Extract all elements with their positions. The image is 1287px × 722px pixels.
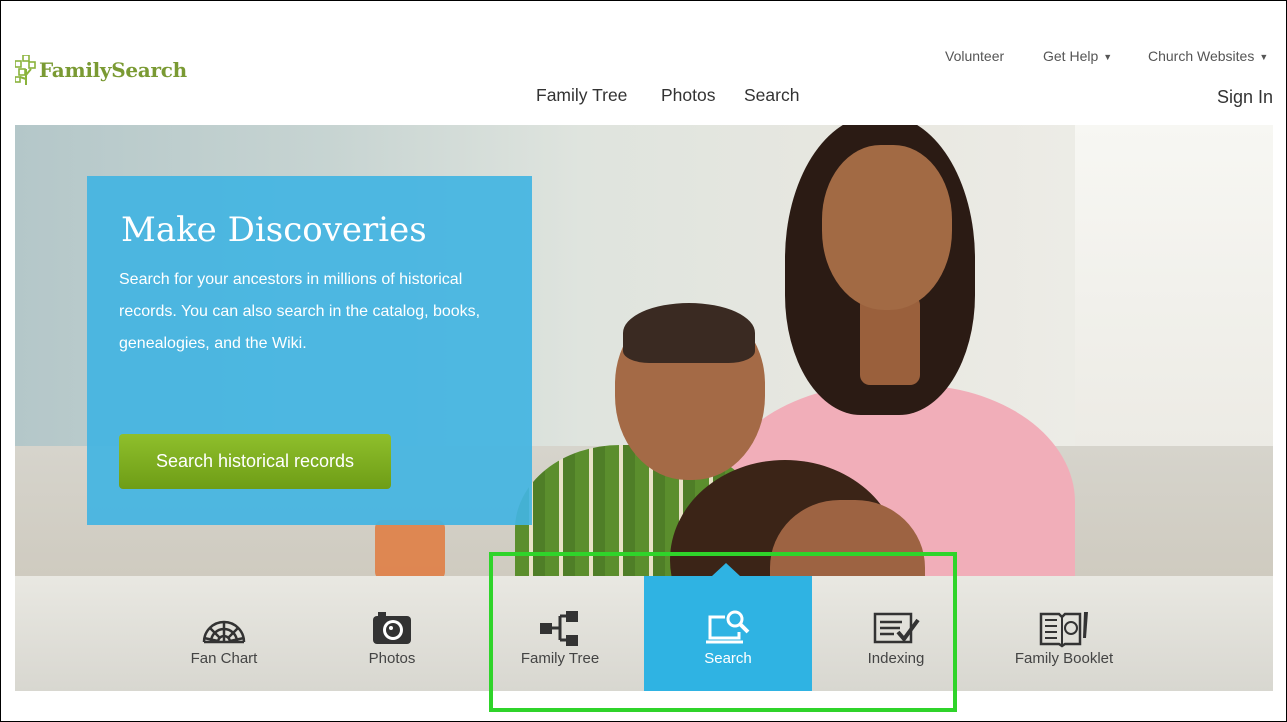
nav-search[interactable]: Search <box>744 85 799 106</box>
feature-label: Fan Chart <box>190 650 258 667</box>
brand-name: FamilySearch <box>39 58 187 82</box>
utility-link-label: Get Help <box>1043 48 1099 64</box>
utility-link-church-websites[interactable]: Church Websites ▼ <box>1148 48 1268 64</box>
caret-down-icon: ▼ <box>1259 52 1269 62</box>
hero-photo-boy-hair <box>623 303 755 363</box>
tree-logo-icon <box>15 55 36 85</box>
feature-family-tree[interactable]: Family Tree <box>476 576 644 691</box>
active-tab-pointer <box>712 563 740 576</box>
utility-link-label: Volunteer <box>945 48 1005 64</box>
booklet-icon <box>1039 612 1088 648</box>
utility-link-label: Church Websites <box>1148 48 1255 64</box>
feature-photos[interactable]: Photos <box>308 576 476 691</box>
feature-family-booklet[interactable]: Family Booklet <box>980 576 1148 691</box>
feature-bar: Fan Chart Photos Family Tree Search Inde… <box>15 576 1273 691</box>
caret-down-icon: ▼ <box>1103 52 1113 62</box>
feature-label: Photos <box>368 650 416 667</box>
feature-fan-chart[interactable]: Fan Chart <box>140 576 308 691</box>
hero-title: Make Discoveries <box>121 210 427 250</box>
family-tree-icon <box>540 611 578 646</box>
site-header: FamilySearch Volunteer Get Help ▼ Church … <box>1 1 1286 125</box>
browser-frame: FamilySearch Volunteer Get Help ▼ Church … <box>0 0 1287 722</box>
hero-background-object <box>375 520 445 576</box>
hero-photo-woman-face <box>822 145 952 310</box>
sign-in-link[interactable]: Sign In <box>1217 87 1273 108</box>
feature-label: Family Booklet <box>1014 650 1114 667</box>
familysearch-logo[interactable]: FamilySearch <box>15 55 187 85</box>
feature-label: Family Tree <box>520 650 600 667</box>
nav-photos[interactable]: Photos <box>661 85 715 106</box>
camera-icon <box>373 612 411 644</box>
nav-family-tree[interactable]: Family Tree <box>536 85 627 106</box>
feature-label: Search <box>704 650 752 667</box>
feature-search[interactable]: Search <box>644 576 812 691</box>
search-historical-records-button[interactable]: Search historical records <box>119 434 391 489</box>
feature-indexing[interactable]: Indexing <box>812 576 980 691</box>
utility-link-volunteer[interactable]: Volunteer <box>945 48 1004 64</box>
utility-link-get-help[interactable]: Get Help ▼ <box>1043 48 1112 64</box>
feature-label: Indexing <box>867 650 925 667</box>
hero-info-panel: Make Discoveries Search for your ancesto… <box>87 176 532 525</box>
page-content-below <box>15 691 1273 721</box>
hero-description: Search for your ancestors in millions of… <box>119 271 481 352</box>
indexing-icon <box>873 612 920 644</box>
search-computer-icon <box>706 610 750 644</box>
fan-chart-icon <box>202 620 246 644</box>
